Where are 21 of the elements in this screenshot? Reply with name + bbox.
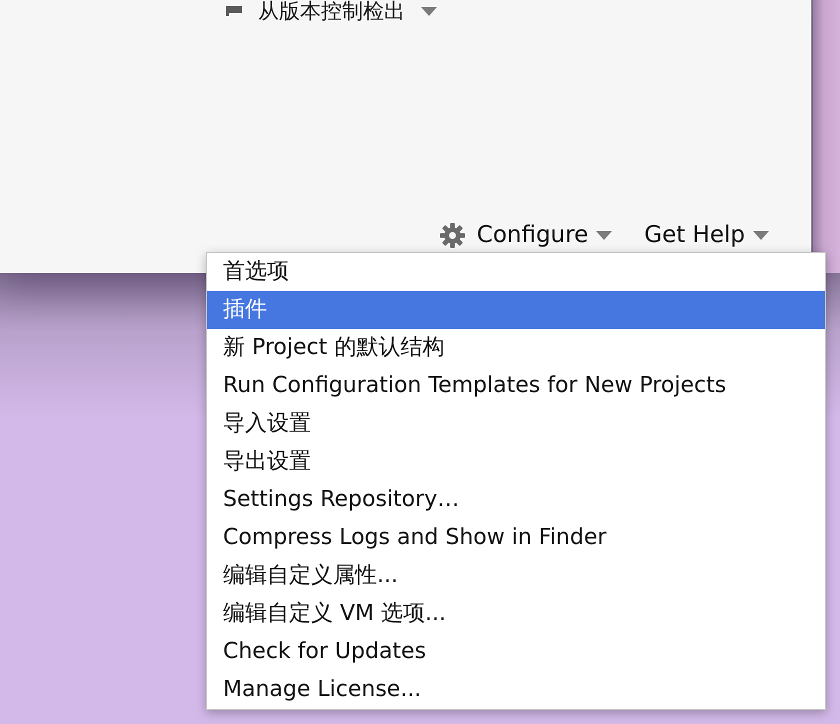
menu-item[interactable]: 新 Project 的默认结构 — [207, 329, 825, 367]
caret-icon — [596, 230, 612, 240]
menu-item[interactable]: 编辑自定义属性... — [207, 557, 825, 595]
menu-item[interactable]: 导入设置 — [207, 405, 825, 443]
help-button[interactable]: Get Help — [644, 221, 769, 249]
menu-item[interactable]: Run Configuration Templates for New Projects — [207, 367, 825, 405]
checkout-action[interactable]: 从版本控制检出 — [226, 0, 437, 22]
configure-button[interactable]: Configure — [440, 221, 612, 249]
gear-icon — [440, 222, 465, 248]
menu-item[interactable]: Manage License... — [207, 671, 825, 709]
menu-item[interactable]: Settings Repository… — [207, 481, 825, 519]
caret-icon — [421, 6, 437, 16]
action-label: 从版本控制检出 — [258, 0, 405, 22]
menu-item[interactable]: 导出设置 — [207, 443, 825, 481]
caret-icon — [753, 230, 769, 240]
flag-icon — [226, 6, 242, 16]
menu-item[interactable]: 编辑自定义 VM 选项... — [207, 595, 825, 633]
menu-item[interactable]: Check for Updates — [207, 633, 825, 671]
menu-item[interactable]: 插件 — [207, 291, 825, 329]
menu-item[interactable]: 首选项 — [207, 253, 825, 291]
menu-item[interactable]: Compress Logs and Show in Finder — [207, 519, 825, 557]
